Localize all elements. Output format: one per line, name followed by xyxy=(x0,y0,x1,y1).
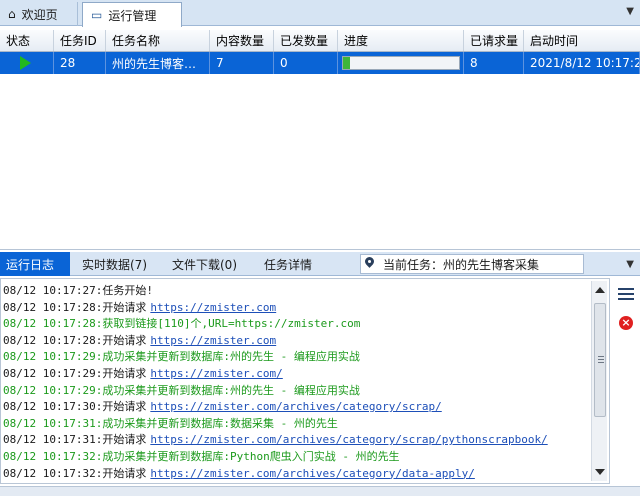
log-line: 08/12 10:17:30:开始请求 https://zmister.com/a… xyxy=(3,399,589,416)
grid-header: 状态 任务ID 任务名称 内容数量 已发数量 进度 已请求量 启动时间 xyxy=(0,30,640,52)
grip-icon xyxy=(598,356,604,363)
log-line-text: 08/12 10:17:30:开始请求 xyxy=(3,400,147,414)
tab-task-details[interactable]: 任务详情 xyxy=(258,252,324,276)
current-task-label: 当前任务：州的先生博客采集 xyxy=(383,257,540,272)
column-header-status[interactable]: 状态 xyxy=(0,30,54,51)
top-tab-bar: ⌂ 欢迎页 ▭ 运行管理 ▼ xyxy=(0,0,640,27)
column-header-task-name[interactable]: 任务名称 xyxy=(106,30,210,51)
scrollbar-thumb[interactable] xyxy=(594,303,606,417)
tab-welcome[interactable]: ⌂ 欢迎页 xyxy=(0,2,78,26)
chevron-down-icon[interactable]: ▼ xyxy=(626,6,634,17)
home-icon: ⌂ xyxy=(8,7,16,21)
log-side-toolbar: × xyxy=(612,278,640,484)
log-line: 08/12 10:17:32:成功采集并更新到数据库:Python爬虫入门实战 … xyxy=(3,449,589,466)
column-header-content-count[interactable]: 内容数量 xyxy=(210,30,274,51)
log-line-text: 08/12 10:17:32:成功采集并更新到数据库:Python爬虫入门实战 … xyxy=(3,449,400,463)
content-count-cell: 7 xyxy=(210,52,274,74)
status-bar xyxy=(0,486,640,496)
log-list: 08/12 10:17:27:任务开始! 08/12 10:17:28:开始请求 h… xyxy=(3,283,589,482)
column-header-sent-count[interactable]: 已发数量 xyxy=(274,30,338,51)
close-icon[interactable]: × xyxy=(619,316,633,330)
log-line: 08/12 10:17:32:开始请求 https://zmister.com/a… xyxy=(3,466,589,483)
log-line-link[interactable]: https://zmister.com/archives/category/sc… xyxy=(150,400,441,413)
scroll-down-icon[interactable] xyxy=(595,469,605,475)
log-line-text: 08/12 10:17:32:开始请求 xyxy=(3,466,147,480)
start-time-cell: 2021/8/12 10:17:27 xyxy=(524,52,640,74)
tab-run-management[interactable]: ▭ 运行管理 xyxy=(82,2,182,27)
log-line: 08/12 10:17:27:任务开始! xyxy=(3,283,589,300)
column-header-task-id[interactable]: 任务ID xyxy=(54,30,106,51)
log-line-text: 08/12 10:17:31:开始请求 xyxy=(3,433,147,447)
sent-count-cell: 0 xyxy=(274,52,338,74)
monitor-icon: ▭ xyxy=(91,8,103,22)
log-line-text: 08/12 10:17:28:开始请求 xyxy=(3,300,147,314)
run-log-panel: 08/12 10:17:27:任务开始! 08/12 10:17:28:开始请求 h… xyxy=(0,278,610,484)
log-line-link[interactable]: https://zmister.com xyxy=(150,334,276,347)
log-line-link[interactable]: https://zmister.com/archives/category/da… xyxy=(150,467,475,480)
play-icon xyxy=(20,56,31,70)
requested-cell: 8 xyxy=(464,52,524,74)
log-line: 08/12 10:17:28:开始请求 https://zmister.com xyxy=(3,333,589,350)
log-line-text: 08/12 10:17:29:成功采集并更新到数据库:州的先生 - 编程应用实战 xyxy=(3,350,360,364)
progress-bar xyxy=(342,56,460,70)
chevron-down-icon[interactable]: ▼ xyxy=(626,259,634,270)
log-line-text: 08/12 10:17:28:开始请求 xyxy=(3,333,147,347)
log-line-text: 08/12 10:17:29:开始请求 xyxy=(3,366,147,380)
tab-welcome-label: 欢迎页 xyxy=(21,7,58,22)
log-line: 08/12 10:17:29:成功采集并更新到数据库:州的先生 - 编程应用实战 xyxy=(3,349,589,366)
panel-tab-bar: 运行日志 实时数据(7) 文件下载(0) 任务详情 当前任务：州的先生博客采集 … xyxy=(0,252,640,276)
log-line-text: 08/12 10:17:28:获取到链接[110]个,URL=https://z… xyxy=(3,317,361,331)
location-pin-icon xyxy=(363,257,377,271)
log-scrollbar[interactable] xyxy=(591,281,607,481)
log-line: 08/12 10:17:28:开始请求 https://zmister.com xyxy=(3,300,589,317)
column-header-progress[interactable]: 进度 xyxy=(338,30,464,51)
menu-icon[interactable] xyxy=(618,288,634,300)
task-id-cell: 28 xyxy=(54,52,106,74)
log-line-link[interactable]: https://zmister.com/archives/category/sc… xyxy=(150,433,547,446)
tab-run-management-label: 运行管理 xyxy=(108,8,157,23)
tab-file-download[interactable]: 文件下载(0) xyxy=(166,252,250,276)
log-line: 08/12 10:17:29:开始请求 https://zmister.com/ xyxy=(3,366,589,383)
log-line-text: 08/12 10:17:27:任务开始! xyxy=(3,284,153,297)
log-line-link[interactable]: https://zmister.com/ xyxy=(150,367,282,380)
status-cell xyxy=(0,52,54,74)
log-line: 08/12 10:17:31:成功采集并更新到数据库:数据采集 - 州的先生 xyxy=(3,416,589,433)
progress-bar-fill xyxy=(343,57,350,69)
current-task-indicator: 当前任务：州的先生博客采集 xyxy=(360,254,584,274)
scroll-up-icon[interactable] xyxy=(595,287,605,293)
log-line-text: 08/12 10:17:29:成功采集并更新到数据库:州的先生 - 编程应用实战 xyxy=(3,383,360,397)
progress-cell xyxy=(338,52,464,74)
log-line: 08/12 10:17:31:开始请求 https://zmister.com/a… xyxy=(3,432,589,449)
task-name-cell: 州的先生博客… xyxy=(106,52,210,74)
log-line: 08/12 10:17:28:获取到链接[110]个,URL=https://z… xyxy=(3,316,589,333)
table-row[interactable]: 28 州的先生博客… 7 0 8 2021/8/12 10:17:27 xyxy=(0,52,640,74)
log-line-link[interactable]: https://zmister.com xyxy=(150,301,276,314)
log-line: 08/12 10:17:29:成功采集并更新到数据库:州的先生 - 编程应用实战 xyxy=(3,383,589,400)
column-header-start-time[interactable]: 启动时间 xyxy=(524,30,640,51)
tab-realtime-data[interactable]: 实时数据(7) xyxy=(76,252,156,276)
task-grid: 状态 任务ID 任务名称 内容数量 已发数量 进度 已请求量 启动时间 28 州… xyxy=(0,30,640,250)
column-header-requested[interactable]: 已请求量 xyxy=(464,30,524,51)
log-line-text: 08/12 10:17:31:成功采集并更新到数据库:数据采集 - 州的先生 xyxy=(3,416,338,430)
tab-run-log[interactable]: 运行日志 xyxy=(0,252,70,276)
